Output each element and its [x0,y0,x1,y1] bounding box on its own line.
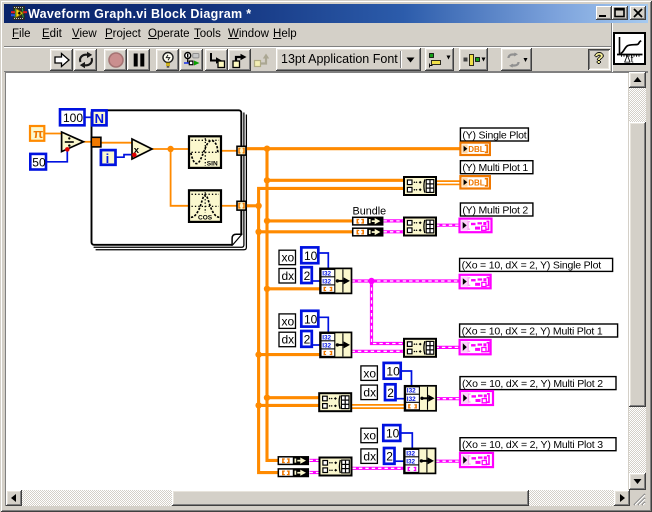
svg-text:DBL: DBL [468,179,485,188]
svg-text:dx: dx [363,386,376,400]
svg-text:(Xo = 10, dX = 2, Y) Single Pl: (Xo = 10, dX = 2, Y) Single Plot [462,260,602,272]
svg-text:dx: dx [363,449,376,463]
svg-text:10: 10 [304,312,318,326]
svg-text:xo: xo [282,251,295,265]
svg-text:(Y) Single Plot: (Y) Single Plot [462,129,526,141]
svg-text:10: 10 [386,427,400,441]
svg-text:(Y) Multi Plot 1: (Y) Multi Plot 1 [462,162,528,174]
svg-text:2: 2 [387,386,394,400]
svg-text:50: 50 [32,155,46,169]
svg-text:N: N [95,111,104,126]
svg-text:10: 10 [304,249,318,263]
svg-text:Δt: Δt [624,55,634,64]
svg-text:2: 2 [304,333,311,347]
svg-text:dx: dx [282,269,295,283]
svg-text:(Xo = 10, dX = 2, Y) Multi Plo: (Xo = 10, dX = 2, Y) Multi Plot 1 [462,325,603,337]
svg-text:i: i [106,151,110,166]
svg-text:xo: xo [363,366,376,380]
svg-text:SIN: SIN [207,161,218,168]
svg-text:Bundle: Bundle [353,206,387,218]
svg-text:xo: xo [282,314,295,328]
svg-text:2: 2 [304,269,311,283]
svg-text:DBL: DBL [468,145,485,154]
svg-text:(Y) Multi Plot 2: (Y) Multi Plot 2 [462,204,528,216]
svg-text:2: 2 [386,450,393,464]
svg-text:(Xo = 10, dX = 2, Y) Multi Plo: (Xo = 10, dX = 2, Y) Multi Plot 2 [462,378,603,390]
svg-text:10: 10 [386,365,400,379]
svg-text:π: π [33,126,43,141]
svg-text:(Xo = 10, dX = 2, Y) Multi Plo: (Xo = 10, dX = 2, Y) Multi Plot 3 [462,439,603,451]
svg-text:xo: xo [363,429,376,443]
svg-text:dx: dx [282,333,295,347]
svg-text:100: 100 [63,111,83,125]
svg-text:COS: COS [198,215,213,222]
